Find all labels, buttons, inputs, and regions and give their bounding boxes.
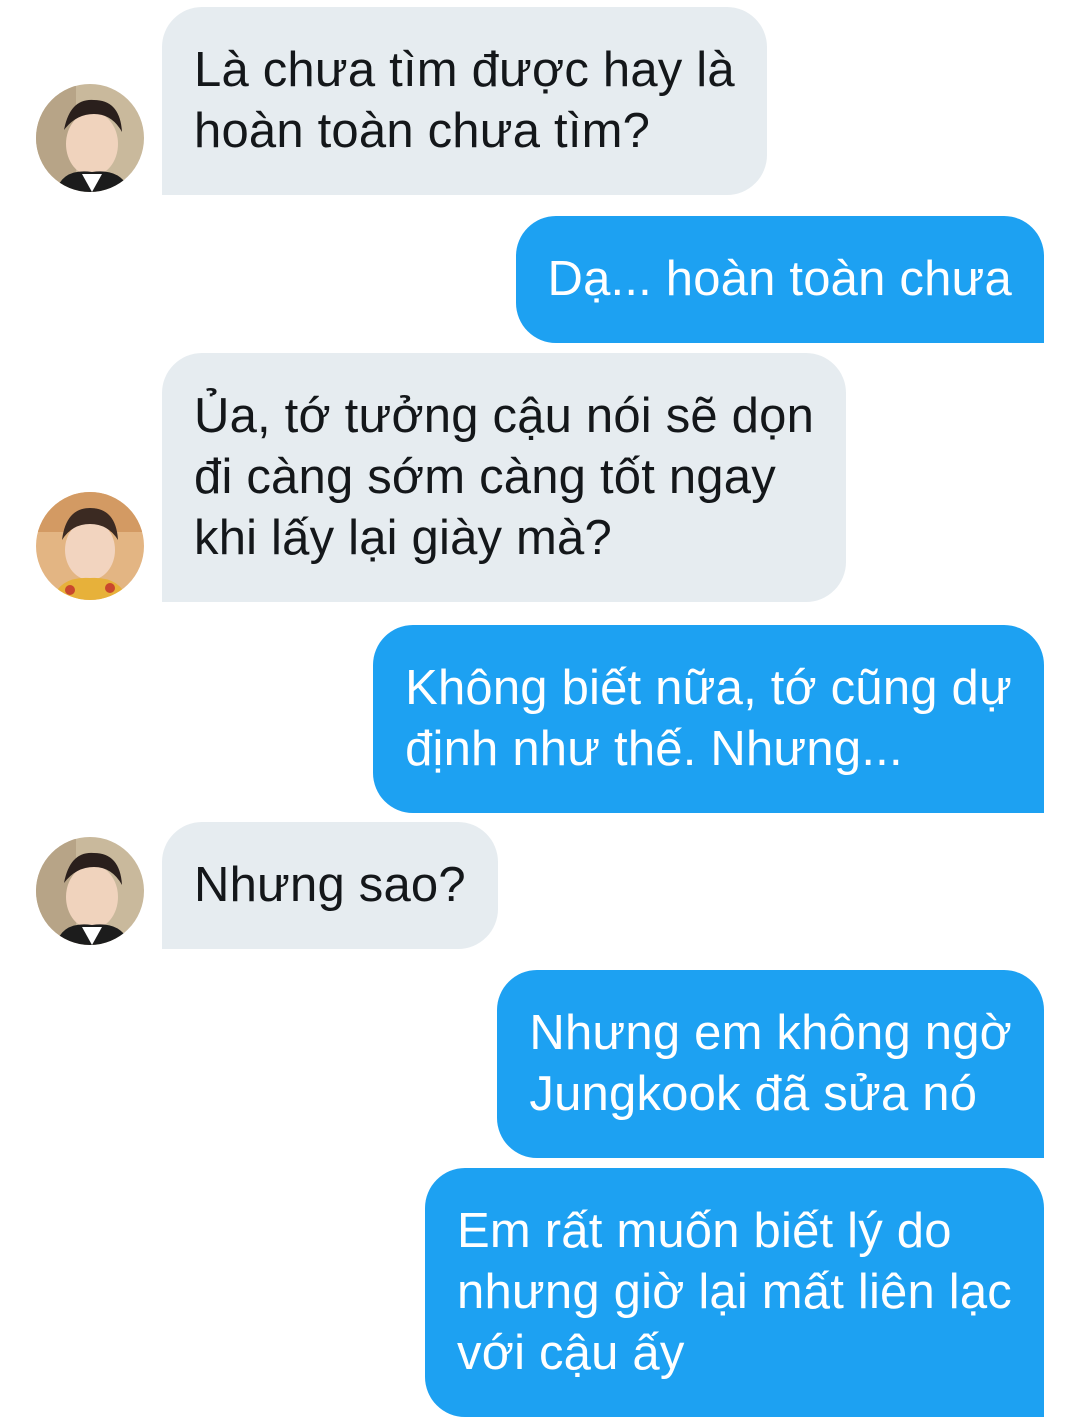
outgoing-message-bubble[interactable]: Không biết nữa, tớ cũng dự định như thế.… [373, 625, 1044, 813]
avatar[interactable] [36, 837, 144, 945]
incoming-message-bubble[interactable]: Nhưng sao? [162, 822, 498, 949]
message-thread: Là chưa tìm được hay là hoàn toàn chưa t… [0, 0, 1080, 1419]
incoming-message-bubble[interactable]: Ủa, tớ tưởng cậu nói sẽ dọn đi càng sớm … [162, 353, 847, 602]
outgoing-message-bubble[interactable]: Nhưng em không ngờ Jungkook đã sửa nó [497, 970, 1044, 1158]
avatar[interactable] [36, 492, 144, 600]
outgoing-message-bubble[interactable]: Em rất muốn biết lý do nhưng giờ lại mất… [425, 1168, 1044, 1417]
avatar[interactable] [36, 84, 144, 192]
incoming-message-bubble[interactable]: Là chưa tìm được hay là hoàn toàn chưa t… [162, 7, 767, 195]
outgoing-message-bubble[interactable]: Dạ... hoàn toàn chưa [515, 216, 1044, 343]
